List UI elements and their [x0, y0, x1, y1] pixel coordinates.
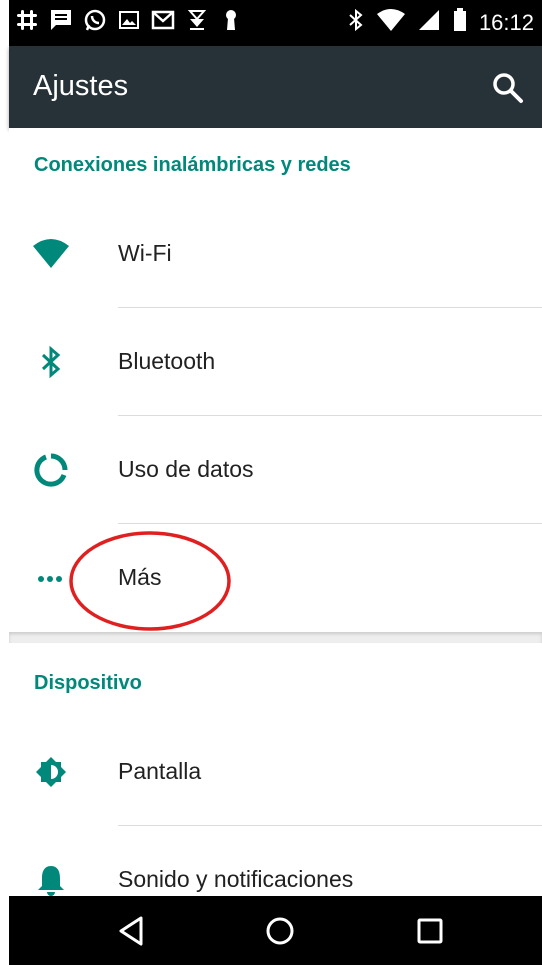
- gmail-icon: [151, 8, 175, 32]
- section-divider: [9, 632, 542, 643]
- settings-item-label: Uso de datos: [118, 456, 254, 482]
- more-dots-icon: [31, 558, 71, 598]
- settings-item-display[interactable]: Pantalla: [9, 718, 542, 826]
- status-bar: 16:12: [9, 0, 542, 46]
- back-icon: [119, 916, 143, 946]
- settings-item-label: Pantalla: [118, 758, 202, 784]
- home-icon: [266, 917, 294, 945]
- bluetooth-icon: [31, 342, 71, 382]
- wifi-icon: [31, 234, 71, 274]
- keyhole-icon: [219, 8, 243, 32]
- settings-item-wifi[interactable]: Wi-Fi: [9, 200, 542, 308]
- settings-item-label: Bluetooth: [118, 348, 216, 374]
- page-title: Ajustes: [33, 70, 129, 102]
- navigation-bar: [9, 896, 542, 965]
- settings-item-label: Sonido y notificaciones: [118, 866, 354, 892]
- settings-list: Conexiones inalámbricas y redes Wi-Fi Bl…: [9, 128, 542, 896]
- search-button[interactable]: [488, 68, 528, 108]
- recents-icon: [417, 918, 443, 944]
- settings-item-label: Wi-Fi: [118, 240, 172, 266]
- slack-icon: [15, 8, 39, 32]
- section-header-wireless: Conexiones inalámbricas y redes: [34, 154, 351, 176]
- download-icon: [185, 8, 209, 32]
- message-icon: [49, 8, 73, 32]
- system-icons: 16:12: [347, 8, 534, 38]
- bell-icon: [31, 860, 71, 896]
- search-icon: [493, 73, 523, 103]
- gallery-icon: [117, 8, 141, 32]
- wifi-icon: [376, 9, 405, 37]
- data-usage-icon: [31, 450, 71, 490]
- signal-icon: [417, 8, 441, 38]
- settings-item-sound[interactable]: Sonido y notificaciones: [9, 826, 542, 896]
- notification-icons: [15, 8, 243, 32]
- section-header-device: Dispositivo: [34, 672, 142, 694]
- brightness-icon: [31, 752, 71, 792]
- settings-item-label: Más: [118, 564, 162, 590]
- bluetooth-icon: [347, 8, 365, 38]
- recents-button[interactable]: [407, 908, 453, 954]
- back-button[interactable]: [108, 908, 154, 954]
- settings-item-bluetooth[interactable]: Bluetooth: [9, 308, 542, 416]
- settings-item-data-usage[interactable]: Uso de datos: [9, 416, 542, 524]
- settings-item-more[interactable]: Más: [9, 524, 542, 632]
- screen: 16:12 Ajustes Conexiones inalámbricas y …: [0, 0, 542, 965]
- battery-icon: [453, 8, 467, 38]
- home-button[interactable]: [257, 908, 303, 954]
- clock: 16:12: [478, 10, 534, 35]
- whatsapp-icon: [83, 8, 107, 32]
- app-bar: Ajustes: [9, 46, 542, 128]
